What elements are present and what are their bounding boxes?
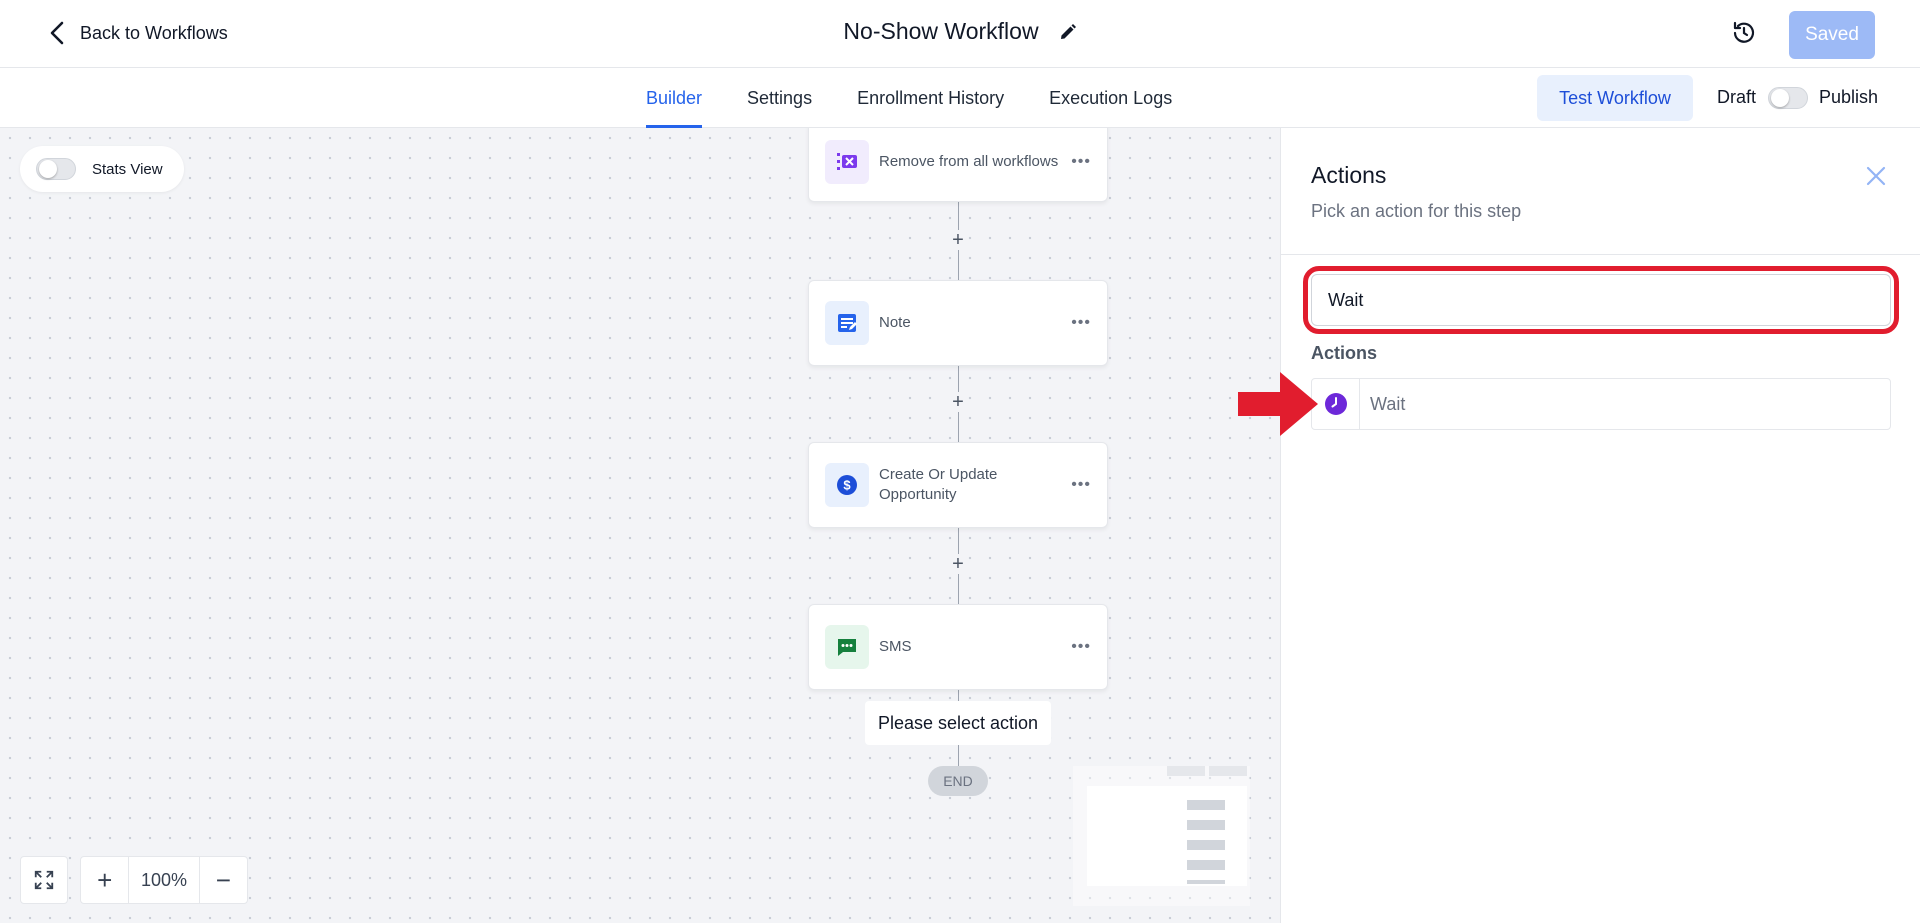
section-label: Actions — [1311, 343, 1378, 363]
tab-list: Builder Settings Enrollment History Exec… — [646, 68, 1172, 128]
page-title: No-Show Workflow — [843, 18, 1039, 44]
minimap-node — [1187, 820, 1225, 830]
note-icon — [825, 301, 869, 345]
svg-text:$: $ — [843, 478, 851, 493]
node-remove-from-all-workflows[interactable]: Remove from all workflows ••• — [808, 128, 1108, 202]
actions-panel: Actions Pick an action for this step Act… — [1280, 128, 1920, 923]
back-to-workflows-link[interactable]: Back to Workflows — [48, 20, 228, 46]
action-search-input[interactable] — [1311, 274, 1891, 326]
workflow-canvas[interactable]: Stats View + + + Remove from all workflo… — [0, 128, 1280, 923]
more-options-icon[interactable]: ••• — [1071, 314, 1091, 332]
zoom-out-button[interactable]: − — [200, 857, 247, 903]
add-step-button[interactable]: + — [948, 230, 968, 250]
chevron-left-icon — [50, 21, 64, 45]
close-icon[interactable] — [1863, 163, 1889, 189]
node-label: Remove from all workflows — [879, 153, 1059, 170]
zoom-level: 100% — [128, 857, 200, 903]
publish-toggle[interactable] — [1768, 87, 1808, 109]
tab-enrollment-history[interactable]: Enrollment History — [857, 68, 1004, 128]
minimap-tab — [1167, 766, 1205, 776]
panel-title: Actions — [1311, 162, 1387, 188]
back-label: Back to Workflows — [80, 22, 228, 43]
end-marker: END — [928, 766, 988, 796]
top-header: Back to Workflows No-Show Workflow Saved — [0, 0, 1920, 68]
stats-view-toggle-group: Stats View — [20, 146, 184, 192]
select-action-tooltip[interactable]: Please select action — [865, 701, 1051, 745]
panel-subtitle: Pick an action for this step — [1311, 201, 1522, 221]
publish-label: Publish — [1819, 87, 1879, 107]
dollar-icon: $ — [825, 463, 869, 507]
minimap[interactable] — [1073, 766, 1250, 906]
saved-button[interactable]: Saved — [1789, 11, 1875, 59]
minimap-node — [1187, 860, 1225, 870]
add-step-button[interactable]: + — [948, 554, 968, 574]
zoom-in-button[interactable]: + — [81, 857, 128, 903]
tabs-bar: Builder Settings Enrollment History Exec… — [0, 68, 1920, 128]
expand-icon — [34, 870, 54, 890]
draft-label: Draft — [1717, 87, 1757, 107]
stats-view-toggle[interactable] — [36, 158, 76, 180]
node-note[interactable]: Note ••• — [808, 280, 1108, 366]
node-create-or-update-opportunity[interactable]: $ Create Or Update Opportunity ••• — [808, 442, 1108, 528]
sms-icon — [825, 625, 869, 669]
pencil-icon[interactable] — [1059, 23, 1077, 41]
minimap-node — [1187, 800, 1225, 810]
action-label: Wait — [1370, 393, 1406, 414]
clock-icon — [1324, 393, 1347, 415]
stats-view-label: Stats View — [92, 160, 163, 178]
node-sms[interactable]: SMS ••• — [808, 604, 1108, 690]
tab-execution-logs[interactable]: Execution Logs — [1049, 68, 1172, 128]
test-workflow-button[interactable]: Test Workflow — [1537, 75, 1693, 121]
action-icon-box — [1312, 379, 1360, 429]
node-label: Create Or Update Opportunity — [879, 466, 998, 503]
action-item-wait[interactable]: Wait — [1311, 378, 1891, 430]
remove-workflow-icon — [825, 140, 869, 184]
minimap-tab — [1209, 766, 1247, 776]
zoom-controls: + 100% − — [80, 856, 248, 904]
tab-settings[interactable]: Settings — [747, 68, 812, 128]
panel-header: Actions Pick an action for this step — [1281, 128, 1920, 255]
fit-view-button[interactable] — [20, 856, 68, 904]
tab-builder[interactable]: Builder — [646, 68, 703, 128]
node-label: SMS — [879, 638, 912, 655]
arrow-right-icon — [1238, 372, 1318, 436]
more-options-icon[interactable]: ••• — [1071, 476, 1091, 494]
more-options-icon[interactable]: ••• — [1071, 638, 1091, 656]
minimap-node — [1187, 880, 1225, 884]
add-step-button[interactable]: + — [948, 392, 968, 412]
node-label: Note — [879, 314, 911, 331]
more-options-icon[interactable]: ••• — [1071, 153, 1091, 171]
minimap-node — [1187, 840, 1225, 850]
history-icon[interactable] — [1731, 20, 1757, 46]
